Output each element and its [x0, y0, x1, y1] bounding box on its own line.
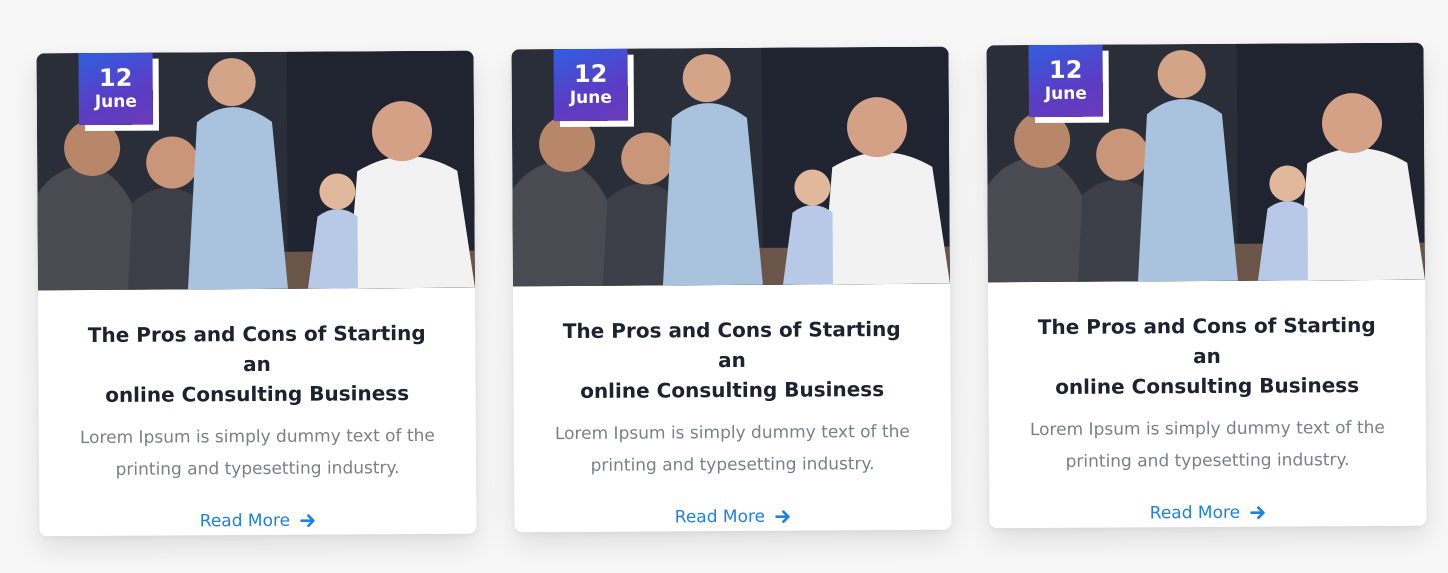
read-more-label: Read More — [674, 506, 766, 528]
blog-card-image: 12 June — [986, 42, 1425, 283]
date-badge: 12 June — [78, 52, 153, 126]
excerpt-line: printing and typesetting industry. — [1065, 450, 1350, 472]
title-line: online Consulting Business — [105, 381, 410, 407]
blog-card-body: The Pros and Cons of Starting an online … — [38, 288, 476, 533]
date-day: 12 — [573, 59, 608, 88]
excerpt-line: Lorem Ipsum is simply dummy text of the — [79, 425, 435, 449]
date-badge: 12 June — [1028, 44, 1103, 118]
date-month: June — [569, 87, 612, 108]
title-line: online Consulting Business — [1055, 373, 1360, 399]
blog-card-excerpt: Lorem Ipsum is simply dummy text of the … — [73, 420, 442, 486]
excerpt-line: Lorem Ipsum is simply dummy text of the — [554, 421, 910, 445]
blog-card-excerpt: Lorem Ipsum is simply dummy text of the … — [548, 416, 917, 482]
blog-card-title[interactable]: The Pros and Cons of Starting an online … — [72, 318, 442, 410]
blog-section: 12 June The Pros and Cons of Starting an… — [0, 0, 1448, 573]
excerpt-line: printing and typesetting industry. — [115, 458, 400, 480]
blog-card-image: 12 June — [36, 50, 475, 291]
read-more-label: Read More — [1149, 502, 1241, 524]
read-more-label: Read More — [199, 510, 291, 532]
arrow-right-icon — [774, 510, 790, 523]
date-month: June — [94, 91, 137, 112]
date-month: June — [1044, 83, 1087, 104]
read-more-link[interactable]: Read More — [1149, 502, 1266, 524]
title-line: online Consulting Business — [580, 377, 885, 403]
read-more-link[interactable]: Read More — [199, 510, 316, 532]
blog-card: 12 June The Pros and Cons of Starting an… — [511, 46, 952, 533]
title-line: The Pros and Cons of Starting an — [1037, 312, 1376, 369]
read-more-link[interactable]: Read More — [674, 506, 791, 528]
arrow-right-icon — [299, 514, 315, 527]
excerpt-line: Lorem Ipsum is simply dummy text of the — [1029, 417, 1385, 441]
blog-card: 12 June The Pros and Cons of Starting an… — [36, 50, 477, 537]
date-day: 12 — [1048, 55, 1083, 84]
title-line: The Pros and Cons of Starting an — [562, 316, 901, 373]
title-line: The Pros and Cons of Starting an — [87, 320, 426, 377]
blog-card: 12 June The Pros and Cons of Starting an… — [986, 42, 1427, 529]
arrow-right-icon — [1249, 506, 1265, 519]
blog-card-body: The Pros and Cons of Starting an online … — [988, 280, 1426, 525]
blog-card-image: 12 June — [511, 46, 950, 287]
blog-card-body: The Pros and Cons of Starting an online … — [513, 284, 951, 529]
blog-card-title[interactable]: The Pros and Cons of Starting an online … — [547, 314, 917, 406]
excerpt-line: printing and typesetting industry. — [590, 454, 875, 476]
date-day: 12 — [98, 63, 133, 92]
date-badge: 12 June — [553, 48, 628, 122]
blog-card-excerpt: Lorem Ipsum is simply dummy text of the … — [1023, 412, 1392, 478]
blog-card-title[interactable]: The Pros and Cons of Starting an online … — [1022, 310, 1392, 402]
